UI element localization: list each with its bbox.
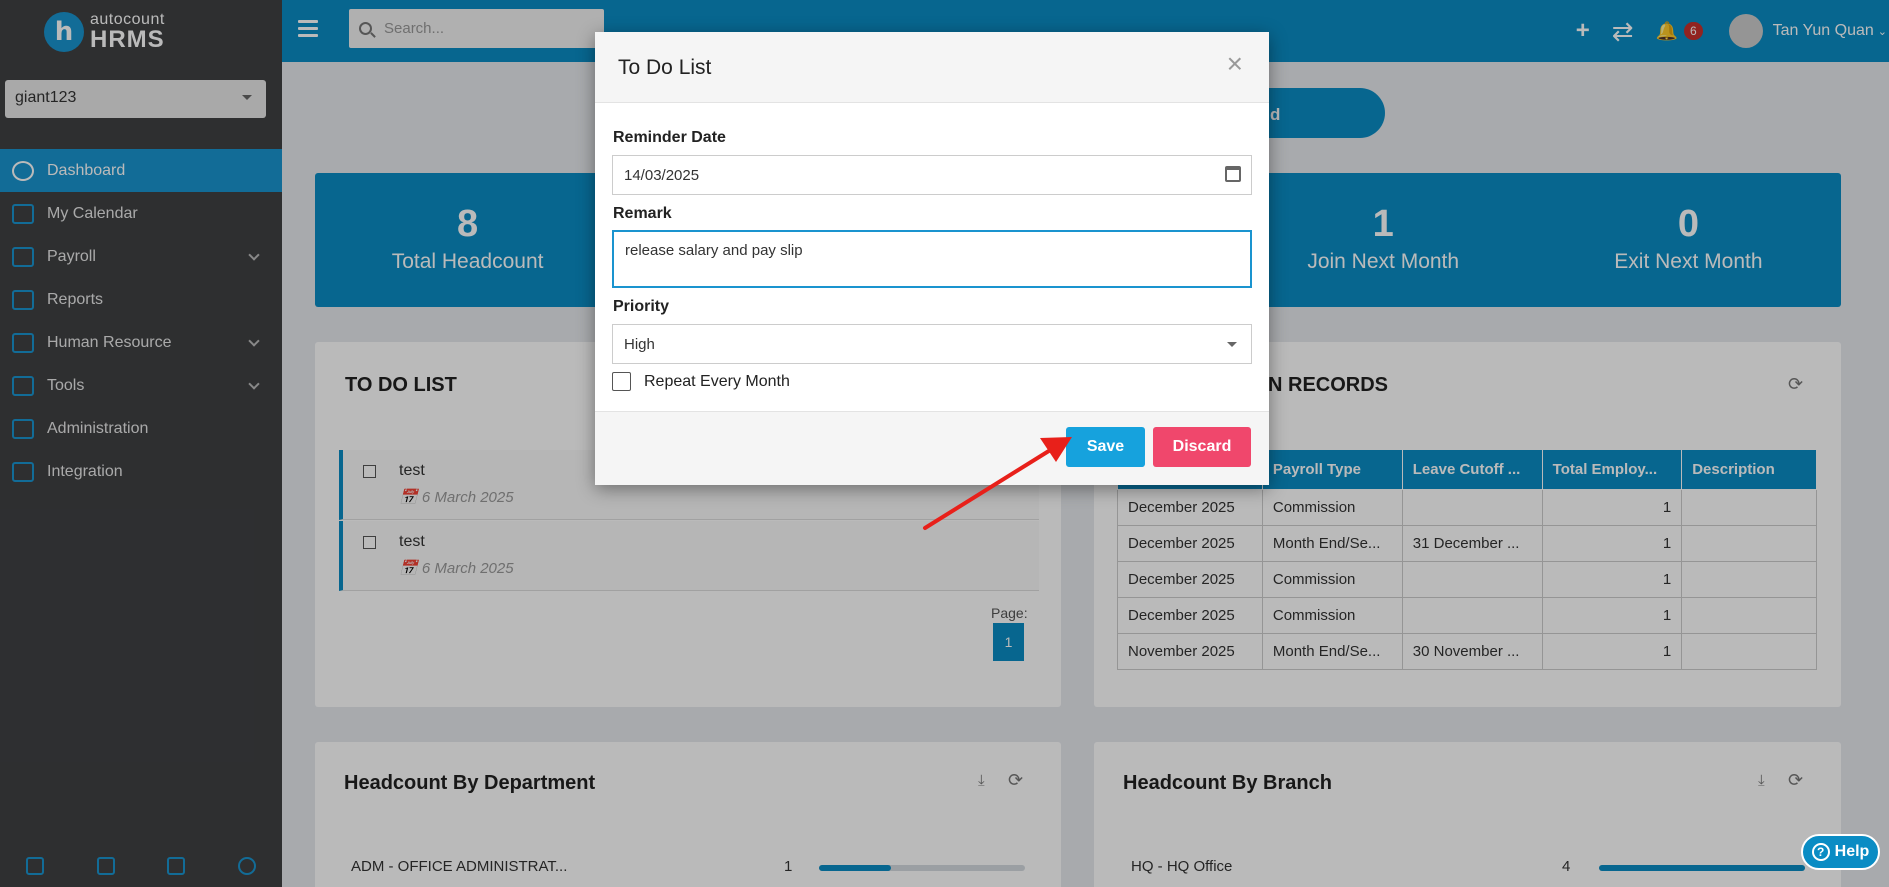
- repeat-every-month-checkbox[interactable]: [612, 372, 631, 391]
- chevron-down-icon: [1227, 342, 1237, 347]
- save-button[interactable]: Save: [1066, 427, 1145, 467]
- discard-button[interactable]: Discard: [1153, 427, 1251, 467]
- remark-value: release salary and pay slip: [625, 242, 803, 259]
- reminder-date-input[interactable]: 14/03/2025: [612, 155, 1252, 195]
- calendar-icon[interactable]: [1225, 166, 1241, 182]
- priority-value: High: [624, 335, 655, 353]
- todo-modal: To Do List × Reminder Date 14/03/2025 Re…: [595, 32, 1269, 485]
- help-label: Help: [1834, 843, 1870, 860]
- modal-header: To Do List ×: [595, 32, 1269, 103]
- priority-label: Priority: [613, 298, 670, 315]
- repeat-every-month-label[interactable]: Repeat Every Month: [644, 373, 790, 391]
- modal-footer: Save Discard: [595, 411, 1269, 485]
- remark-label: Remark: [613, 205, 672, 222]
- modal-title: To Do List: [618, 56, 712, 79]
- reminder-date-label: Reminder Date: [613, 129, 726, 146]
- remark-textarea[interactable]: release salary and pay slip: [612, 230, 1252, 288]
- close-icon[interactable]: ×: [1227, 48, 1243, 80]
- help-button[interactable]: ? Help: [1801, 834, 1880, 870]
- question-icon: ?: [1811, 843, 1830, 861]
- reminder-date-value: 14/03/2025: [624, 166, 700, 184]
- priority-select[interactable]: High: [612, 324, 1252, 364]
